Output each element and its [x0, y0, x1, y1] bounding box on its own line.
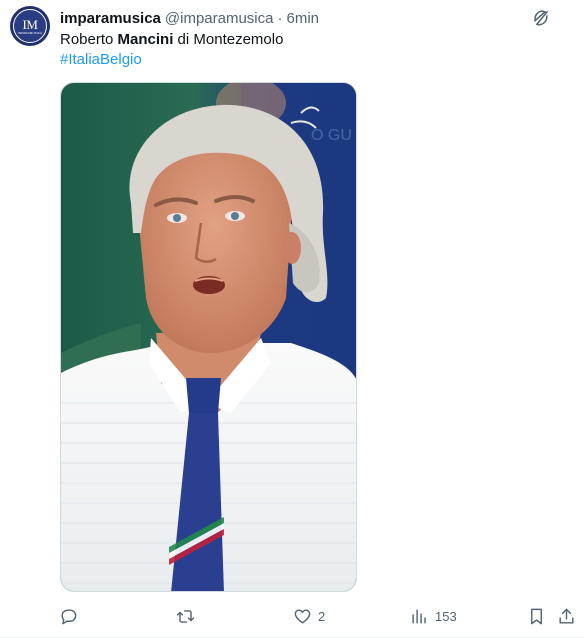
- heart-icon: [294, 608, 311, 624]
- reply-icon: [61, 608, 77, 624]
- timestamp[interactable]: 6min: [286, 10, 319, 27]
- svg-text:O GU: O GU: [311, 127, 352, 144]
- share-icon: [559, 608, 574, 624]
- retweet-button[interactable]: [176, 604, 201, 628]
- tweet-text-bold: Mancini: [117, 31, 174, 48]
- action-bar: 2 153: [0, 604, 584, 628]
- bookmark-icon: [531, 608, 542, 624]
- tweet-text-prefix: Roberto: [60, 31, 118, 48]
- grok-icon[interactable]: [530, 7, 552, 29]
- retweet-icon: [176, 609, 195, 623]
- like-count: 2: [318, 608, 326, 624]
- like-button[interactable]: 2: [293, 604, 325, 628]
- tweet-text-line: Roberto Mancini di Montezemolo: [60, 30, 560, 50]
- views-icon: [412, 608, 426, 624]
- hashtag-link[interactable]: #ItaliaBelgio: [60, 50, 142, 70]
- tweet-text: Roberto Mancini di Montezemolo #ItaliaBe…: [60, 30, 560, 70]
- bookmark-button[interactable]: [527, 604, 546, 628]
- views-count: 153: [435, 608, 457, 624]
- share-button[interactable]: [557, 604, 576, 628]
- tweet-header: imparamusica @imparamusica · 6min: [60, 9, 319, 27]
- display-name[interactable]: imparamusica: [60, 10, 161, 27]
- user-handle[interactable]: @imparamusica: [165, 10, 274, 27]
- avatar-logo: IM IMPARAMUSICA: [13, 9, 47, 43]
- avatar-logo-subtext: IMPARAMUSICA: [17, 30, 43, 35]
- tweet-card[interactable]: IM IMPARAMUSICA imparamusica @imparamusi…: [0, 0, 584, 638]
- avatar[interactable]: IM IMPARAMUSICA: [10, 6, 50, 46]
- views-button[interactable]: 153: [410, 604, 457, 628]
- tweet-media-photo[interactable]: O GU: [60, 82, 357, 592]
- reply-button[interactable]: [59, 604, 84, 628]
- avatar-logo-text: IM: [22, 16, 38, 32]
- separator-dot: ·: [277, 9, 283, 27]
- media-photo-illustration: O GU: [61, 83, 356, 591]
- tweet-text-suffix: di Montezemolo: [173, 31, 284, 48]
